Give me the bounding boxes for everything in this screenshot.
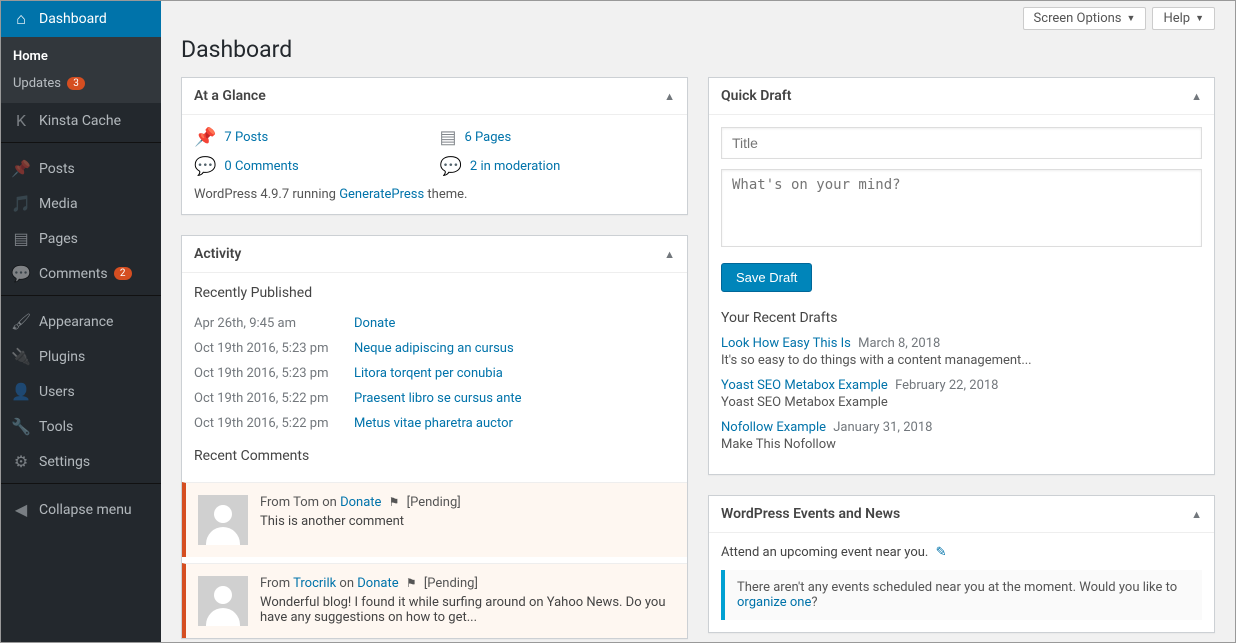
draft-link[interactable]: Nofollow Example [721, 420, 826, 435]
quick-draft-box: Quick Draft ▲ Save Draft Your Recent Dra… [708, 77, 1215, 475]
activity-box: Activity ▲ Recently Published Apr 26th, … [181, 235, 688, 639]
sidebar-item-label: Posts [39, 161, 75, 177]
toggle-icon[interactable]: ▲ [664, 248, 675, 261]
page-icon: ▤ [11, 229, 31, 248]
comment-post-link[interactable]: Donate [357, 576, 398, 591]
comment-icon: 💬 [11, 264, 31, 283]
post-link[interactable]: Metus vitae pharetra auctor [354, 416, 513, 431]
post-link[interactable]: Neque adipiscing an cursus [354, 341, 514, 356]
draft-link[interactable]: Yoast SEO Metabox Example [721, 378, 888, 393]
sidebar-item-label: Kinsta Cache [39, 113, 121, 129]
page-icon: ▤ [440, 127, 457, 148]
toggle-icon[interactable]: ▲ [1191, 90, 1202, 103]
chevron-down-icon: ▼ [1127, 13, 1136, 24]
sidebar-item-kinsta[interactable]: K Kinsta Cache [1, 103, 161, 138]
sidebar-item-label: Appearance [39, 314, 113, 330]
pending-comment[interactable]: From Trocrilk on Donate ⚑ [Pending] Wond… [182, 563, 687, 638]
sidebar-item-posts[interactable]: 📌 Posts [1, 151, 161, 186]
brush-icon: 🖌 [11, 312, 31, 331]
theme-link[interactable]: GeneratePress [339, 187, 424, 202]
collapse-icon: ◀ [11, 500, 31, 519]
post-link[interactable]: Praesent libro se cursus ante [354, 391, 522, 406]
sidebar-item-label: Settings [39, 454, 90, 470]
post-link[interactable]: Litora torqent per conubia [354, 366, 503, 381]
toggle-icon[interactable]: ▲ [1191, 508, 1202, 521]
draft-link[interactable]: Look How Easy This Is [721, 336, 851, 351]
box-title: Quick Draft [721, 88, 791, 104]
comment-body: Wonderful blog! I found it while surfing… [260, 595, 675, 625]
comment-icon: 💬 [194, 156, 216, 177]
sidebar-item-dashboard[interactable]: ⌂ Dashboard [1, 1, 161, 37]
sidebar-item-users[interactable]: 👤 Users [1, 374, 161, 409]
sidebar-item-label: Plugins [39, 349, 85, 365]
pin-icon: 📌 [194, 127, 216, 148]
sliders-icon: ⚙ [11, 452, 31, 471]
glance-posts[interactable]: 📌 7 Posts [194, 127, 430, 148]
sidebar-item-settings[interactable]: ⚙ Settings [1, 444, 161, 479]
sidebar-item-label: Comments [39, 266, 108, 282]
pin-icon: 📌 [11, 159, 31, 178]
pending-comment[interactable]: From Tom on Donate ⚑ [Pending] This is a… [182, 482, 687, 557]
sidebar-item-appearance[interactable]: 🖌 Appearance [1, 304, 161, 339]
draft-content-input[interactable] [721, 169, 1202, 247]
sidebar-item-label: Pages [39, 231, 78, 247]
box-title: Activity [194, 246, 241, 262]
dashboard-icon: ⌂ [11, 9, 31, 29]
toggle-icon[interactable]: ▲ [664, 90, 675, 103]
updates-badge: 3 [67, 77, 85, 90]
at-a-glance-box: At a Glance ▲ 📌 7 Posts ▤ 6 Pages [181, 77, 688, 215]
sidebar-submenu: Home Updates 3 [1, 37, 161, 103]
sidebar-sub-home[interactable]: Home [1, 43, 161, 70]
recent-comments-heading: Recent Comments [182, 448, 687, 472]
glance-moderation[interactable]: 💬 2 in moderation [440, 156, 676, 177]
pencil-icon[interactable]: ✎ [936, 545, 947, 560]
box-title: At a Glance [194, 88, 266, 104]
box-title: WordPress Events and News [721, 506, 900, 522]
sidebar-item-label: Media [39, 196, 78, 212]
sidebar-item-tools[interactable]: 🔧 Tools [1, 409, 161, 444]
sidebar-item-label: Collapse menu [39, 502, 132, 518]
plug-icon: 🔌 [11, 347, 31, 366]
events-box: WordPress Events and News ▲ Attend an up… [708, 495, 1215, 633]
help-button[interactable]: Help ▼ [1152, 7, 1215, 30]
comment-body: This is another comment [260, 514, 461, 529]
sidebar-item-label: Dashboard [39, 11, 107, 27]
user-icon: 👤 [11, 382, 31, 401]
events-attend-text: Attend an upcoming event near you. [721, 545, 928, 560]
sidebar-item-label: Users [39, 384, 75, 400]
comment-icon: 💬 [440, 156, 462, 177]
save-draft-button[interactable]: Save Draft [721, 263, 812, 292]
kinsta-icon: K [11, 111, 31, 130]
glance-version: WordPress 4.9.7 running GeneratePress th… [194, 187, 675, 202]
admin-sidebar: ⌂ Dashboard Home Updates 3 K Kinsta Cach… [1, 1, 161, 642]
page-title: Dashboard [181, 36, 1215, 63]
sidebar-sub-updates[interactable]: Updates 3 [1, 70, 161, 97]
sidebar-collapse[interactable]: ◀ Collapse menu [1, 492, 161, 527]
recent-drafts-heading: Your Recent Drafts [721, 310, 1202, 326]
comment-author-link[interactable]: Trocrilk [293, 576, 336, 591]
wrench-icon: 🔧 [11, 417, 31, 436]
screen-options-button[interactable]: Screen Options ▼ [1023, 7, 1147, 30]
comments-badge: 2 [114, 267, 132, 280]
draft-title-input[interactable] [721, 127, 1202, 159]
sidebar-item-media[interactable]: 🎵 Media [1, 186, 161, 221]
avatar [198, 495, 248, 545]
glance-pages[interactable]: ▤ 6 Pages [440, 127, 676, 148]
media-icon: 🎵 [11, 194, 31, 213]
events-empty-note: There aren't any events scheduled near y… [721, 570, 1202, 620]
sidebar-item-label: Tools [39, 419, 73, 435]
sidebar-item-comments[interactable]: 💬 Comments 2 [1, 256, 161, 291]
avatar [198, 576, 248, 626]
flag-icon: ⚑ [406, 576, 417, 590]
chevron-down-icon: ▼ [1195, 13, 1204, 24]
post-link[interactable]: Donate [354, 316, 395, 331]
sidebar-item-pages[interactable]: ▤ Pages [1, 221, 161, 256]
recently-published-heading: Recently Published [194, 285, 675, 301]
comment-post-link[interactable]: Donate [340, 495, 381, 510]
flag-icon: ⚑ [389, 495, 400, 509]
glance-comments[interactable]: 💬 0 Comments [194, 156, 430, 177]
sidebar-item-plugins[interactable]: 🔌 Plugins [1, 339, 161, 374]
organize-link[interactable]: organize one [737, 595, 811, 610]
